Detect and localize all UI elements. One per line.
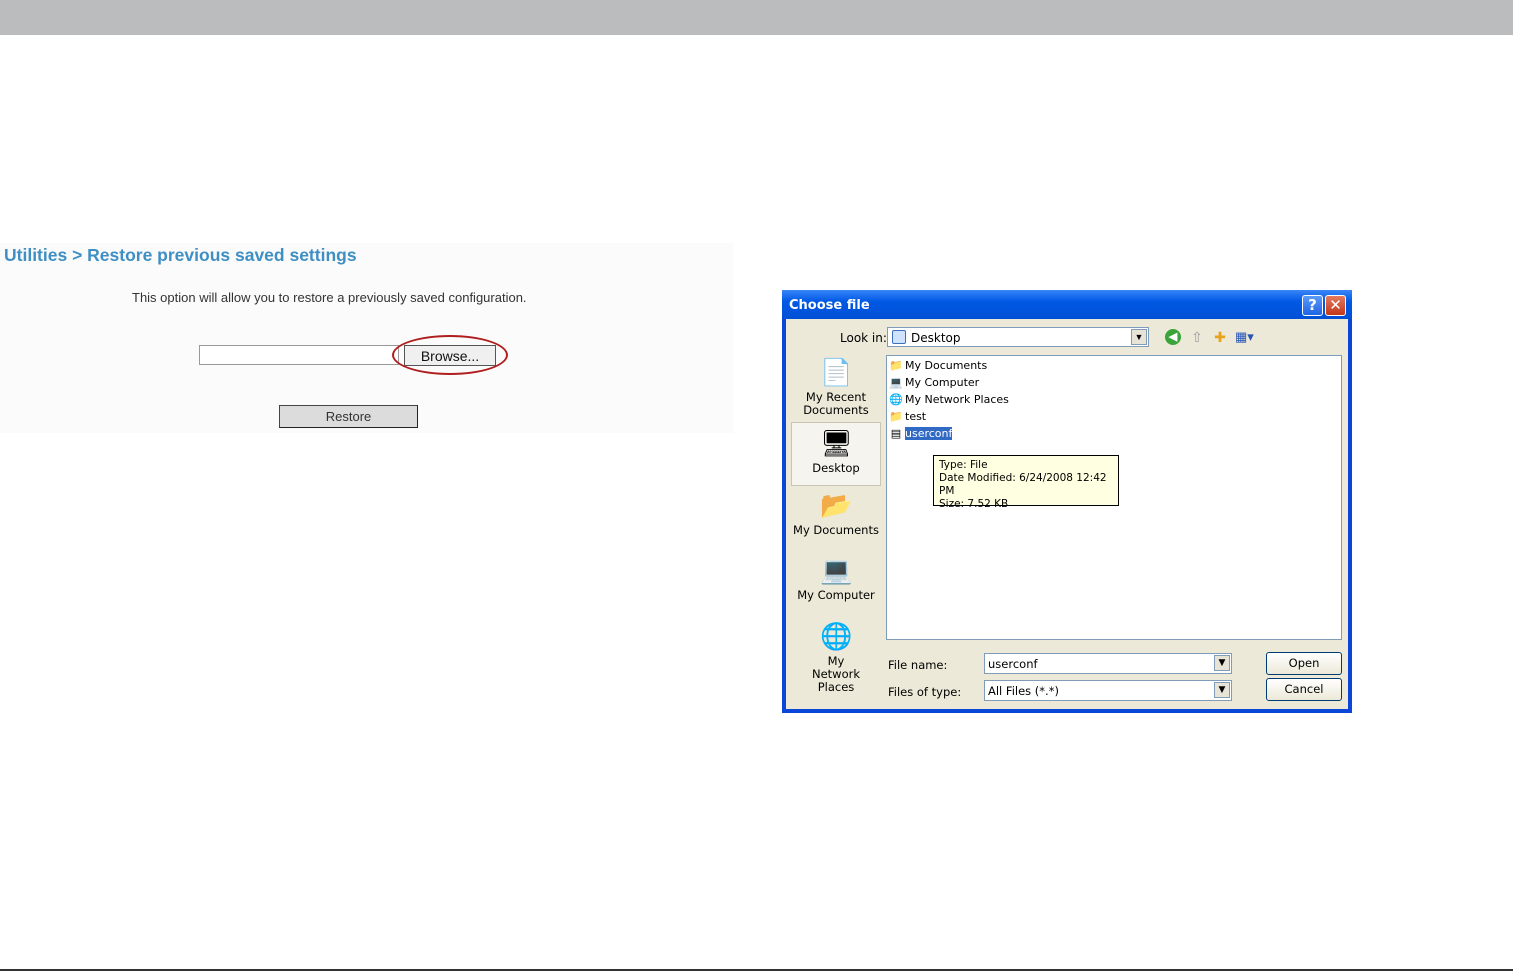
list-item[interactable]: 💻 My Computer bbox=[889, 376, 979, 392]
place-network-places[interactable]: 🌐 My Network Places bbox=[791, 621, 881, 694]
file-path-input[interactable] bbox=[199, 345, 399, 365]
close-button[interactable]: ✕ bbox=[1325, 295, 1346, 316]
network-icon: 🌐 bbox=[889, 393, 903, 406]
places-bar: 📄 My Recent Documents 🖥 Desktop 📂 My Doc… bbox=[791, 355, 881, 703]
dialog-body: Look in: Desktop ▼ ◀ ⇧ ✚ ▦▾ 📄 My Recent … bbox=[786, 319, 1348, 709]
files-of-type-label: Files of type: bbox=[888, 685, 962, 699]
desktop-icon bbox=[892, 330, 906, 344]
list-item[interactable]: 📁 My Documents bbox=[889, 359, 987, 375]
file-icon: ▤ bbox=[890, 427, 902, 440]
files-of-type-dropdown[interactable]: All Files (*.*) ▼ bbox=[984, 680, 1232, 701]
cancel-button[interactable]: Cancel bbox=[1266, 678, 1342, 701]
computer-icon: 💻 bbox=[889, 376, 903, 389]
chevron-down-icon[interactable]: ▼ bbox=[1214, 655, 1230, 671]
recent-documents-icon: 📄 bbox=[820, 358, 853, 388]
place-my-documents[interactable]: 📂 My Documents bbox=[791, 490, 881, 550]
tooltip-size: Size: 7.52 KB bbox=[939, 498, 1009, 510]
list-item[interactable]: 📁 test bbox=[889, 410, 926, 426]
help-button[interactable]: ? bbox=[1302, 295, 1323, 316]
place-desktop[interactable]: 🖥 Desktop bbox=[791, 422, 881, 486]
look-in-label: Look in: bbox=[840, 331, 887, 345]
folder-documents-icon: 📁 bbox=[889, 359, 903, 372]
choose-file-dialog: Choose file ? ✕ Look in: Desktop ▼ ◀ ⇧ ✚… bbox=[782, 290, 1352, 713]
top-banner bbox=[0, 0, 1513, 35]
open-button[interactable]: Open bbox=[1266, 652, 1342, 675]
views-menu-icon[interactable]: ▦▾ bbox=[1235, 329, 1259, 345]
place-my-computer[interactable]: 💻 My Computer bbox=[791, 555, 881, 615]
my-documents-icon: 📂 bbox=[820, 491, 853, 521]
highlight-circle bbox=[392, 335, 508, 375]
dialog-titlebar[interactable]: Choose file ? ✕ bbox=[782, 290, 1352, 319]
list-item-selected[interactable]: ▤ userconf bbox=[889, 427, 953, 443]
restore-button[interactable]: Restore bbox=[279, 405, 418, 428]
my-computer-icon: 💻 bbox=[820, 556, 853, 586]
file-name-label: File name: bbox=[888, 658, 948, 672]
dialog-title: Choose file bbox=[789, 298, 870, 313]
network-places-icon: 🌐 bbox=[820, 622, 853, 652]
place-recent-documents[interactable]: 📄 My Recent Documents bbox=[791, 357, 881, 419]
restore-description: This option will allow you to restore a … bbox=[132, 290, 527, 305]
look-in-dropdown[interactable]: Desktop ▼ bbox=[887, 327, 1149, 347]
tooltip-type: Type: File bbox=[939, 459, 988, 471]
up-folder-icon[interactable]: ⇧ bbox=[1189, 329, 1205, 345]
back-icon[interactable]: ◀ bbox=[1165, 329, 1181, 345]
tooltip-modified: Date Modified: 6/24/2008 12:42 PM bbox=[939, 472, 1107, 497]
chevron-down-icon[interactable]: ▼ bbox=[1131, 329, 1147, 345]
file-list[interactable]: 📁 My Documents 💻 My Computer 🌐 My Network P… bbox=[886, 355, 1342, 640]
page-title: Utilities > Restore previous saved setti… bbox=[4, 245, 357, 265]
list-item[interactable]: 🌐 My Network Places bbox=[889, 393, 1009, 409]
folder-icon: 📁 bbox=[889, 410, 903, 423]
chevron-down-icon[interactable]: ▼ bbox=[1214, 682, 1230, 698]
file-tooltip: Type: File Date Modified: 6/24/2008 12:4… bbox=[933, 455, 1119, 510]
file-name-field[interactable]: userconf ▼ bbox=[984, 653, 1232, 674]
new-folder-icon[interactable]: ✚ bbox=[1212, 329, 1228, 345]
desktop-icon: 🖥 bbox=[820, 429, 854, 459]
look-in-value: Desktop bbox=[911, 331, 961, 345]
